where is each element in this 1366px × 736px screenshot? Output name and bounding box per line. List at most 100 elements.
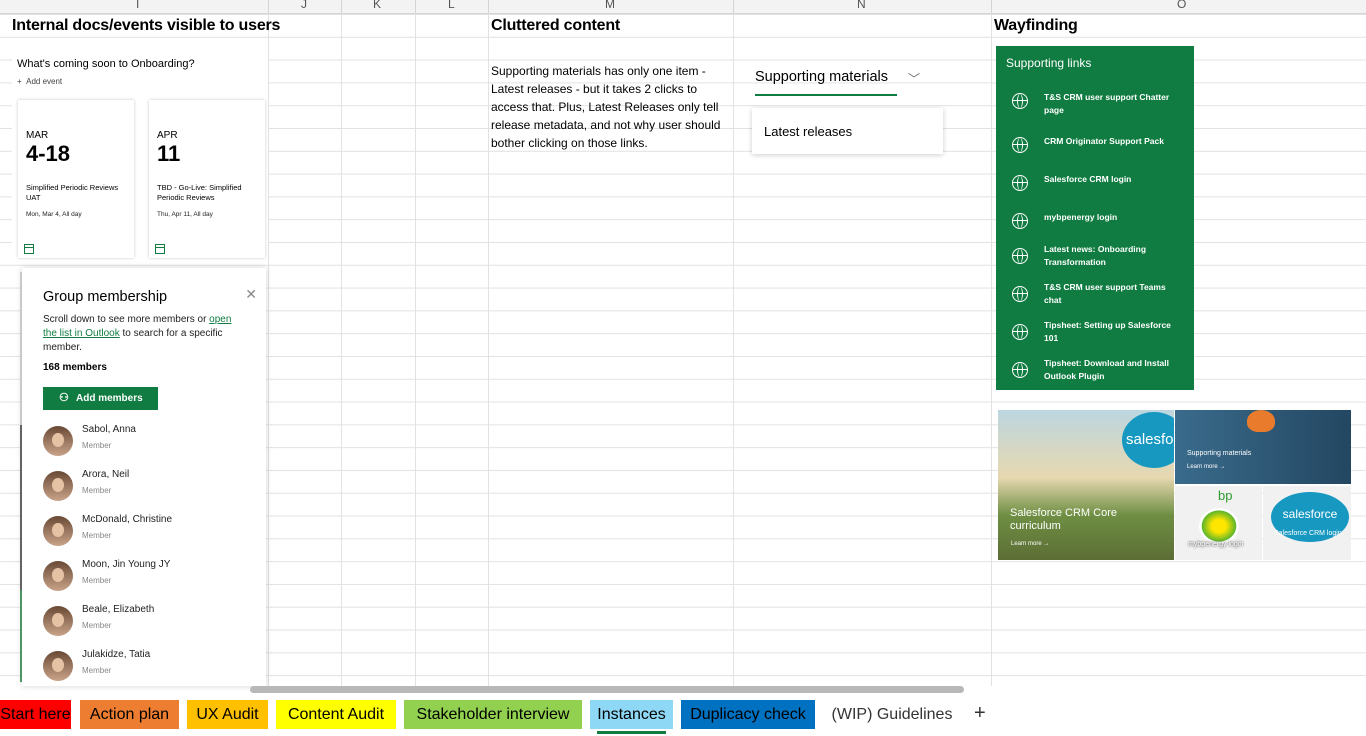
link-item[interactable]: mybpenergy login [1012,211,1187,241]
globe-icon [1012,137,1028,153]
menu-underline [755,94,897,96]
tile-caption: Salesforce CRM Core curriculum [1010,507,1117,532]
supporting-materials-dropdown: Latest releases [752,108,943,154]
globe-icon [1012,324,1028,340]
events-screenshot: What's coming soon to Onboarding? + Add … [12,46,268,262]
calendar-icon[interactable] [24,244,34,254]
add-sheet-icon[interactable]: + [974,702,986,725]
tab-wip-guidelines[interactable]: (WIP) Guidelines [823,700,961,729]
tab-content-audit[interactable]: Content Audit [276,700,396,729]
horizontal-scrollbar[interactable] [250,686,964,693]
link-label: T&S CRM user support Chatter page [1044,92,1170,115]
cluttered-content-note: Supporting materials has only one item -… [491,64,721,150]
tab-ux-audit[interactable]: UX Audit [187,700,268,729]
avatar [43,651,73,681]
tile-salesforce-login[interactable]: salesforce Salesforce CRM login [1263,486,1351,560]
column-separator [991,0,992,13]
event-month: APR [157,130,178,141]
member-row[interactable]: Moon, Jin Young JY Member [43,559,253,601]
link-item[interactable]: Latest news: Onboarding Transformation [1012,243,1187,273]
globe-icon [1012,213,1028,229]
link-label: T&S CRM user support Teams chat [1044,282,1166,305]
globe-icon [1012,175,1028,191]
member-name: Arora, Neil [82,469,130,480]
column-header-l[interactable]: L [448,0,455,11]
member-count: 168 members [43,362,107,373]
group-membership-panel: Group membership ✕ Scroll down to see mo… [22,268,266,686]
add-members-button[interactable]: ⚇ Add members [43,387,158,410]
supporting-materials-menu[interactable]: Supporting materials [755,69,888,85]
column-header-bar: I J K L M N O [0,0,1366,14]
tab-instances[interactable]: Instances [590,700,673,729]
column-header-m[interactable]: M [605,0,615,11]
add-person-icon: ⚇ [59,392,69,404]
avatar [43,426,73,456]
member-name: McDonald, Christine [82,514,173,525]
link-item[interactable]: T&S CRM user support Teams chat [1012,281,1187,311]
column-separator [268,0,269,13]
member-row[interactable]: Arora, Neil Member [43,469,253,511]
tab-start-here[interactable]: Start here [0,700,71,729]
link-item[interactable]: Tipsheet: Setting up Salesforce 101 [1012,319,1187,349]
header-cluttered-content: Cluttered content [491,17,621,34]
tab-duplicacy-check[interactable]: Duplicacy check [681,700,815,729]
header-internal-docs: Internal docs/events visible to users [12,17,281,34]
event-description: Simplified Periodic Reviews UAT [26,183,119,202]
latest-releases-item[interactable]: Latest releases [764,124,852,139]
hero-tiles: salesfo Salesforce CRM Core curriculum L… [998,410,1351,560]
avatar [43,471,73,501]
column-separator [341,0,342,13]
tile-caption: mybpenergy login [1188,541,1244,548]
learn-more-link[interactable]: Learn more → [1187,464,1225,470]
event-card[interactable]: MAR 4-18 Simplified Periodic Reviews UAT… [18,100,134,258]
column-separator [733,0,734,13]
avatar [43,561,73,591]
column-header-k[interactable]: K [373,0,381,11]
tab-stakeholder-interview[interactable]: Stakeholder interview [404,700,582,729]
link-item[interactable]: Tipsheet: Download and Install Outlook P… [1012,357,1187,387]
member-row[interactable]: Beale, Elizabeth Member [43,604,253,646]
grid-column-line [733,14,734,686]
add-members-label: Add members [76,393,143,404]
grid-column-line [341,14,342,686]
column-header-o[interactable]: O [1177,0,1186,11]
tab-action-plan[interactable]: Action plan [80,700,179,729]
grid-column-line [268,14,269,686]
close-icon[interactable]: ✕ [245,286,257,303]
tile-caption: Salesforce CRM login [1274,530,1342,537]
link-item[interactable]: Salesforce CRM login [1012,173,1187,203]
globe-icon [1012,93,1028,109]
tile-supporting-materials[interactable]: Supporting materials Learn more → [1175,410,1351,484]
salesforce-logo: salesfo [1122,412,1174,468]
add-event-link[interactable]: + Add event [17,77,62,86]
member-name: Beale, Elizabeth [82,604,155,615]
calendar-icon[interactable] [155,244,165,254]
tile-mybpenergy[interactable]: bp mybpenergy login [1175,486,1262,560]
column-header-n[interactable]: N [857,0,866,11]
member-role: Member [82,576,112,585]
link-item[interactable]: CRM Originator Support Pack [1012,135,1187,165]
learn-more-link[interactable]: Learn more → [1011,541,1049,547]
link-label: mybpenergy login [1044,212,1118,222]
grid-column-line [415,14,416,686]
column-header-j[interactable]: J [301,0,307,11]
link-label: Latest news: Onboarding Transformation [1044,244,1147,267]
column-separator [488,0,489,13]
member-row[interactable]: Sabol, Anna Member [43,424,253,466]
chevron-down-icon[interactable]: ﹀ [908,70,920,87]
member-row[interactable]: Julakidze, Tatia Member [43,649,253,686]
grid-column-line [488,14,489,686]
globe-icon [1012,248,1028,264]
event-card[interactable]: APR 11 TBD - Go-Live: Simplified Periodi… [149,100,265,258]
event-description: TBD - Go-Live: Simplified Periodic Revie… [157,183,242,202]
sheet-tab-bar: Start here Action plan UX Audit Content … [0,694,1366,736]
avatar [43,516,73,546]
bp-helios-logo [1199,508,1239,544]
link-item[interactable]: T&S CRM user support Chatter page [1012,91,1187,121]
column-header-i[interactable]: I [136,0,139,11]
tile-core-curriculum[interactable]: salesfo Salesforce CRM Core curriculum L… [998,410,1174,560]
header-wayfinding: Wayfinding [994,17,1078,34]
member-row[interactable]: McDonald, Christine Member [43,514,253,556]
bp-logo-text: bp [1218,488,1233,503]
balloon-illustration [1247,410,1275,432]
